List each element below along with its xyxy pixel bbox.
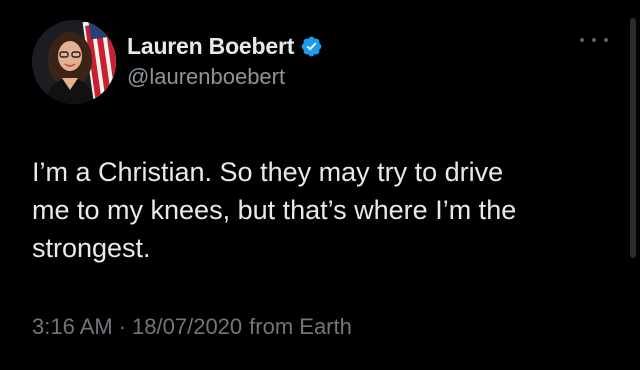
tweet-time[interactable]: 3:16 AM bbox=[32, 314, 113, 340]
more-dot bbox=[580, 38, 584, 42]
tweet-text: I’m a Christian. So they may try to driv… bbox=[32, 157, 517, 263]
tweet-card: Lauren Boebert @laurenboebert I’m a Chri… bbox=[0, 0, 640, 370]
author-handle[interactable]: @laurenboebert bbox=[127, 64, 285, 90]
more-dot bbox=[604, 38, 608, 42]
tweet-source: from Earth bbox=[249, 314, 352, 339]
scrollbar[interactable] bbox=[630, 18, 636, 258]
profile-photo bbox=[32, 20, 116, 104]
avatar[interactable] bbox=[32, 20, 116, 104]
verified-badge-icon bbox=[300, 35, 323, 58]
meta-separator: · bbox=[118, 314, 127, 339]
tweet-metadata: 3:16 AM · 18/07/2020 from Earth bbox=[32, 314, 352, 340]
tweet-date[interactable]: 18/07/2020 bbox=[132, 314, 242, 340]
author-name-row[interactable]: Lauren Boebert bbox=[127, 30, 323, 62]
more-options-icon[interactable] bbox=[580, 33, 608, 47]
more-dot bbox=[592, 38, 596, 42]
display-name[interactable]: Lauren Boebert bbox=[127, 33, 294, 60]
